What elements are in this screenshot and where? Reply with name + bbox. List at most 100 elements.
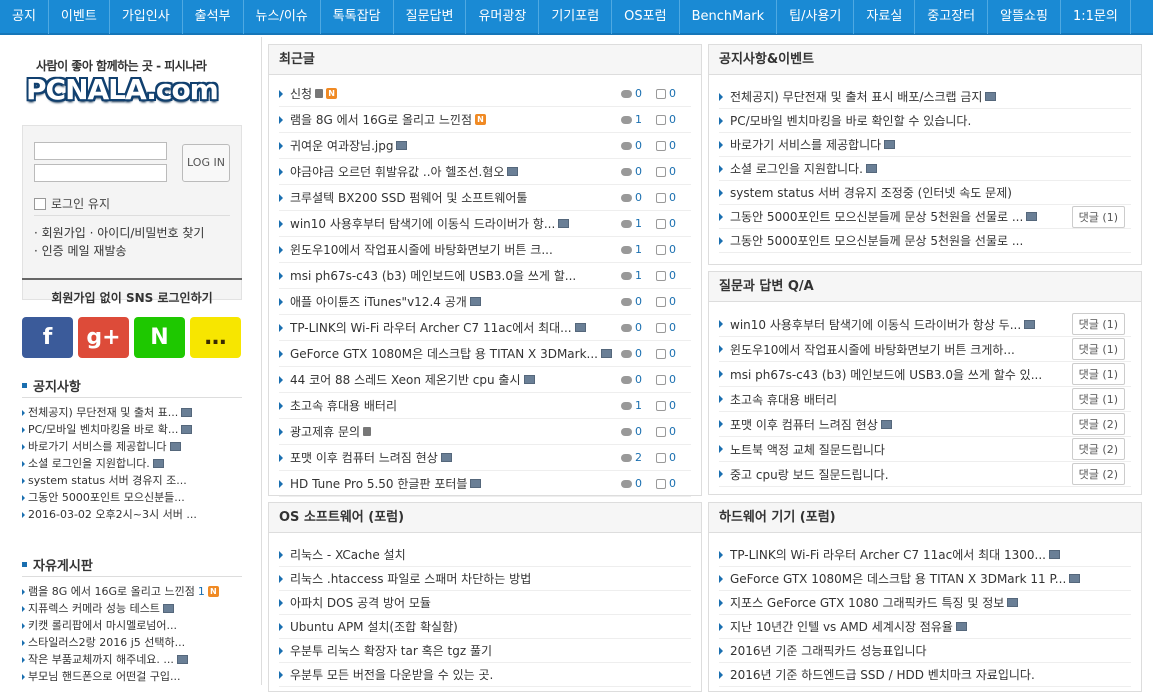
post-row[interactable]: 2016년 기준 하드엔드급 SSD / HDD 벤치마크 자료입니다. xyxy=(719,663,1131,687)
post-row[interactable]: 지난 10년간 인텔 vs AMD 세계시장 점유율 xyxy=(719,615,1131,639)
section-header[interactable]: 자유게시판 xyxy=(22,553,242,577)
list-item[interactable]: 바로가기 서비스를 제공합니다 xyxy=(22,438,242,455)
list-item[interactable]: 소셜 로그인을 지원합니다. xyxy=(22,455,242,472)
comment-badge[interactable]: 댓글 (1) xyxy=(1071,338,1125,360)
post-row[interactable]: 2016년 기준 그래픽카드 성능표입니다 xyxy=(719,639,1131,663)
post-title[interactable]: 야금야금 오르던 휘발유값 ..아 헬조선.혐오 xyxy=(290,163,519,180)
post-title[interactable]: msi ph67s-c43 (b3) 메인보드에 USB3.0을 쓰게 할수 있… xyxy=(730,366,1042,383)
post-row[interactable]: 램을 8G 에서 16G로 올리고 느낀점 N 1 0 xyxy=(279,107,691,133)
post-row[interactable]: HD Tune Pro 5.50 한글판 포터블 0 0 xyxy=(279,471,691,497)
post-title[interactable]: 애플 아이튠즈 iTunes"v12.4 공개 xyxy=(290,293,481,310)
post-title[interactable]: 포맷 이후 컴퓨터 느려짐 현상 xyxy=(290,449,452,466)
post-row[interactable]: 윈도우10에서 작업표시줄에 바탕화면보기 버튼 크게하... 댓글 (1) xyxy=(719,337,1131,362)
post-title[interactable]: 윈도우10에서 작업표시줄에 바탕화면보기 버튼 크... xyxy=(290,241,553,258)
nav-item[interactable]: 1:1문의 xyxy=(1061,0,1131,34)
post-row[interactable]: 44 코어 88 스레드 Xeon 제온기반 cpu 출시 0 0 xyxy=(279,367,691,393)
post-title[interactable]: 귀여운 여과장님.jpg xyxy=(290,137,408,154)
post-row[interactable]: msi ph67s-c43 (b3) 메인보드에 USB3.0을 쓰게 할...… xyxy=(279,263,691,289)
password-input[interactable] xyxy=(34,164,167,182)
nav-item[interactable]: 기기포럼 xyxy=(539,0,613,34)
post-row[interactable]: 포맷 이후 컴퓨터 느려짐 현상 댓글 (2) xyxy=(719,412,1131,437)
nav-item[interactable]: 중고장터 xyxy=(915,0,989,34)
nav-item[interactable]: 톡톡잡담 xyxy=(321,0,394,34)
post-row[interactable]: 우분투 모든 버전을 다운받을 수 있는 곳. xyxy=(279,663,691,687)
nav-item[interactable]: BenchMark xyxy=(680,0,778,34)
post-row[interactable]: system status 서버 경유지 조정중 (인터넷 속도 문제) xyxy=(719,181,1131,205)
post-row[interactable]: 지포스 GeForce GTX 1080 그래픽카드 특징 및 정보 xyxy=(719,591,1131,615)
facebook-icon[interactable]: f xyxy=(22,317,73,358)
list-item[interactable]: 스타일러스2랑 2016 j5 선택하... xyxy=(22,634,242,651)
post-title[interactable]: system status 서버 경유지 조정중 (인터넷 속도 문제) xyxy=(730,184,1012,201)
post-row[interactable]: 야금야금 오르던 휘발유값 ..아 헬조선.혐오 0 0 xyxy=(279,159,691,185)
naver-icon[interactable]: N xyxy=(134,317,185,358)
post-title[interactable]: 우분투 모든 버전을 다운받을 수 있는 곳. xyxy=(290,666,493,683)
comment-badge[interactable]: 댓글 (2) xyxy=(1071,438,1125,460)
post-title[interactable]: 2016년 기준 하드엔드급 SSD / HDD 벤치마크 자료입니다. xyxy=(730,666,1035,683)
username-input[interactable] xyxy=(34,142,167,160)
nav-item[interactable]: OS포럼 xyxy=(612,0,680,34)
post-title[interactable]: TP-LINK의 Wi-Fi 라우터 Archer C7 11ac에서 최대 1… xyxy=(730,546,1060,563)
post-title[interactable]: 광고제휴 문의 xyxy=(290,423,372,440)
post-row[interactable]: TP-LINK의 Wi-Fi 라우터 Archer C7 11ac에서 최대..… xyxy=(279,315,691,341)
post-title[interactable]: 초고속 휴대용 배터리 xyxy=(730,391,837,408)
post-title[interactable]: 44 코어 88 스레드 Xeon 제온기반 cpu 출시 xyxy=(290,371,535,388)
keep-login-checkbox[interactable]: 로그인 유지 xyxy=(34,195,110,212)
post-title[interactable]: msi ph67s-c43 (b3) 메인보드에 USB3.0을 쓰게 할... xyxy=(290,267,576,284)
post-title[interactable]: 리눅스 .htaccess 파일로 스패머 차단하는 방법 xyxy=(290,570,531,587)
post-row[interactable]: Ubuntu APM 설치(조합 확실함) xyxy=(279,615,691,639)
nav-item[interactable]: 이벤트 xyxy=(49,0,110,34)
post-row[interactable]: 소셜 로그인을 지원합니다. xyxy=(719,157,1131,181)
post-title[interactable]: 바로가기 서비스를 제공합니다 xyxy=(730,136,896,153)
kakao-icon[interactable]: … xyxy=(190,317,241,358)
post-title[interactable]: GeForce GTX 1080M은 데스크탑 용 TITAN X 3DMark… xyxy=(730,570,1081,587)
post-title[interactable]: 지난 10년간 인텔 vs AMD 세계시장 점유율 xyxy=(730,618,967,635)
post-row[interactable]: 중고 cpu랑 보드 질문드립니다. 댓글 (2) xyxy=(719,462,1131,487)
post-title[interactable]: 노트북 액정 교체 질문드립니다 xyxy=(730,441,885,458)
list-item[interactable]: 2016-03-02 오후2시~3시 서버 ... xyxy=(22,506,242,523)
list-item[interactable]: PC/모바일 벤치마킹을 바로 확... xyxy=(22,421,242,438)
section-header[interactable]: 공지사항 xyxy=(22,374,242,398)
list-item[interactable]: system status 서버 경유지 조... xyxy=(22,472,242,489)
comment-badge[interactable]: 댓글 (2) xyxy=(1071,413,1125,435)
post-row[interactable]: 아파치 DOS 공격 방어 모듈 xyxy=(279,591,691,615)
post-row[interactable]: 귀여운 여과장님.jpg 0 0 xyxy=(279,133,691,159)
nav-item[interactable]: 뉴스/이슈 xyxy=(244,0,321,34)
list-item[interactable]: 그동안 5000포인트 모으신분들... xyxy=(22,489,242,506)
post-row[interactable]: GeForce GTX 1080M은 데스크탑 용 TITAN X 3DMark… xyxy=(719,567,1131,591)
post-title[interactable]: 우분투 리눅스 확장자 tar 혹은 tgz 풀기 xyxy=(290,642,492,659)
post-title[interactable]: 중고 cpu랑 보드 질문드립니다. xyxy=(730,466,889,483)
post-title[interactable]: 초고속 휴대용 배터리 xyxy=(290,397,397,414)
post-row[interactable]: 전체공지) 무단전재 및 출처 표시 배포/스크랩 금지 xyxy=(719,85,1131,109)
post-title[interactable]: win10 사용후부터 탐색기에 이동식 드라이버가 항상 두... xyxy=(730,316,1036,333)
post-row[interactable]: msi ph67s-c43 (b3) 메인보드에 USB3.0을 쓰게 할수 있… xyxy=(719,362,1131,387)
comment-badge[interactable]: 댓글 (1) xyxy=(1071,388,1125,410)
site-logo[interactable]: 사람이 좋아 함께하는 곳 - 피시나라 PCNALA.com xyxy=(22,51,237,131)
post-row[interactable]: 리눅스 - XCache 설치 xyxy=(279,543,691,567)
post-row[interactable]: 초고속 휴대용 배터리 1 0 xyxy=(279,393,691,419)
post-title[interactable]: win10 사용후부터 탐색기에 이동식 드라이버가 항... xyxy=(290,215,570,232)
post-row[interactable]: TP-LINK의 Wi-Fi 라우터 Archer C7 11ac에서 최대 1… xyxy=(719,543,1131,567)
nav-item[interactable]: 알뜰쇼핑 xyxy=(988,0,1061,34)
comment-badge[interactable]: 댓글 (1) xyxy=(1071,313,1125,335)
list-item[interactable]: 부모님 핸드폰으로 어떤걸 구입... xyxy=(22,668,242,685)
post-row[interactable]: 신청 N 0 0 xyxy=(279,81,691,107)
post-row[interactable]: 바로가기 서비스를 제공합니다 xyxy=(719,133,1131,157)
post-title[interactable]: 램을 8G 에서 16G로 올리고 느낀점 N xyxy=(290,111,487,128)
post-title[interactable]: 신청 N xyxy=(290,85,338,102)
nav-item[interactable]: 출석부 xyxy=(183,0,244,34)
list-item[interactable]: 램을 8G 에서 16G로 올리고 느낀점 1 N xyxy=(22,583,242,600)
post-title[interactable]: 그동안 5000포인트 모으신분들께 문상 5천원을 선물로 ... xyxy=(730,232,1023,249)
post-row[interactable]: 크루셜텍 BX200 SSD 펌웨어 및 소프트웨어툴 0 0 xyxy=(279,185,691,211)
post-title[interactable]: 포맷 이후 컴퓨터 느려짐 현상 xyxy=(730,416,892,433)
post-row[interactable]: win10 사용후부터 탐색기에 이동식 드라이버가 항... 1 0 xyxy=(279,211,691,237)
list-item[interactable]: 키캣 롤리팝에서 마시멜로넘어... xyxy=(22,617,242,634)
post-row[interactable]: GeForce GTX 1080M은 데스크탑 용 TITAN X 3DMark… xyxy=(279,341,691,367)
nav-item[interactable]: 공지 xyxy=(0,0,49,34)
post-title[interactable]: 리눅스 - XCache 설치 xyxy=(290,546,406,563)
post-row[interactable]: 애플 아이튠즈 iTunes"v12.4 공개 0 0 xyxy=(279,289,691,315)
post-title[interactable]: 아파치 DOS 공격 방어 모듈 xyxy=(290,594,431,611)
nav-item[interactable]: 자료실 xyxy=(854,0,916,34)
post-row[interactable]: 노트북 액정 교체 질문드립니다 댓글 (2) xyxy=(719,437,1131,462)
post-title[interactable]: 전체공지) 무단전재 및 출처 표시 배포/스크랩 금지 xyxy=(730,88,997,105)
post-row[interactable]: 초고속 휴대용 배터리 댓글 (1) xyxy=(719,387,1131,412)
